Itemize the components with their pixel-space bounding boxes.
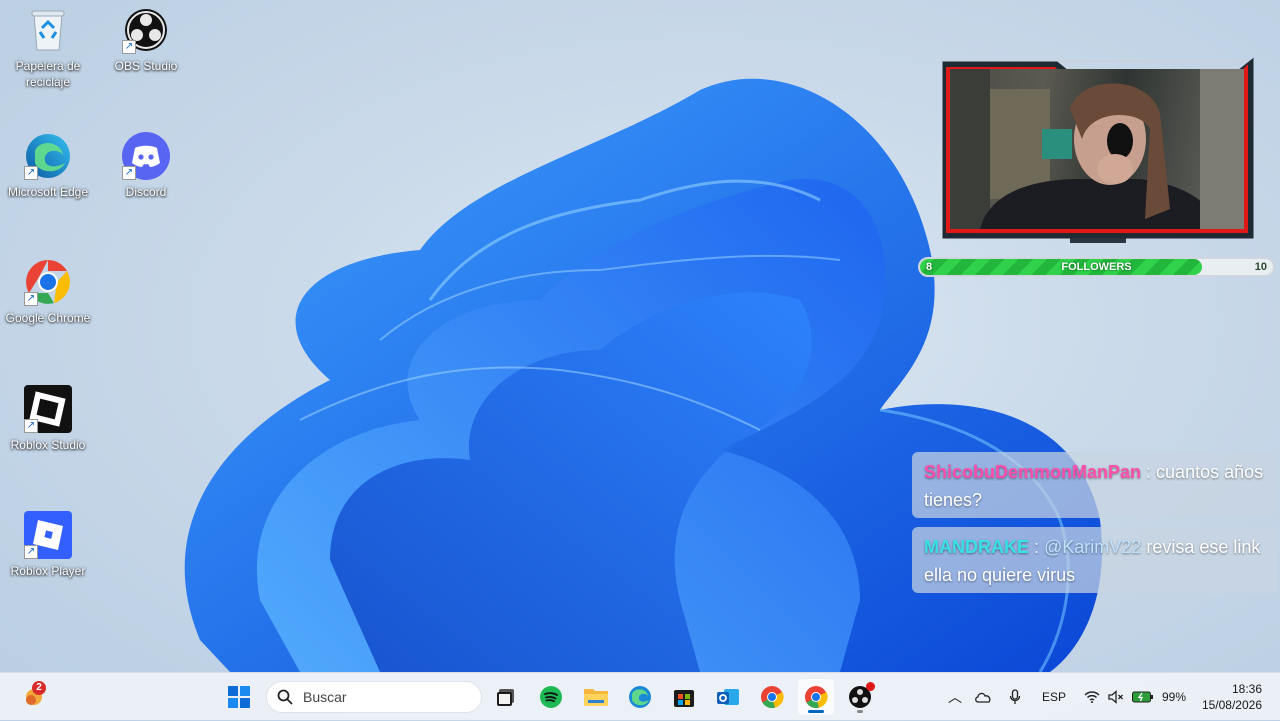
recording-indicator-icon (866, 682, 875, 691)
store-button[interactable] (666, 679, 702, 715)
search-icon (277, 689, 293, 705)
clock-time: 18:36 (1231, 682, 1262, 696)
start-icon (228, 686, 250, 708)
edge-icon (629, 686, 651, 708)
chrome-active-icon (805, 686, 828, 709)
input-language-button[interactable]: ESP (1030, 690, 1078, 704)
clock-button[interactable]: 18:36 15/08/2026 (1202, 681, 1262, 713)
microphone-icon (1009, 689, 1021, 704)
shortcut-arrow-icon: ↗ (24, 545, 38, 559)
chrome-active-window-button[interactable] (798, 679, 834, 715)
desktop-icon-label: OBS Studio (114, 59, 178, 73)
shortcut-arrow-icon: ↗ (122, 40, 136, 54)
spotify-button[interactable] (533, 679, 569, 715)
onedrive-button[interactable] (966, 691, 1000, 703)
desktop-icon-label: Roblox Studio (10, 438, 86, 452)
file-explorer-icon (584, 689, 608, 706)
shortcut-arrow-icon: ↗ (24, 292, 38, 306)
search-placeholder: Buscar (303, 689, 347, 705)
spotify-icon (540, 686, 562, 708)
taskbar: 2 Buscar ︿ ESP 99% 18:36 15/08/2026 (0, 672, 1280, 720)
webcam-overlay (940, 57, 1256, 243)
task-view-icon (497, 689, 514, 706)
chat-mention: @KarimV22 (1044, 537, 1142, 557)
followers-goal-bar: 8 FOLLOWERS 10 (918, 257, 1275, 277)
outlook-icon (717, 689, 739, 705)
chat-username: ShicobuDemmonManPan (924, 462, 1142, 482)
wifi-icon (1084, 691, 1100, 703)
edge-taskbar-button[interactable] (622, 679, 658, 715)
shortcut-arrow-icon: ↗ (24, 419, 38, 433)
search-box[interactable]: Buscar (266, 681, 482, 713)
volume-muted-icon (1108, 690, 1123, 704)
chat-separator: : (1141, 462, 1157, 482)
chrome-taskbar-button[interactable] (754, 679, 790, 715)
streamer-camera-feed (950, 69, 1244, 229)
active-indicator (808, 710, 824, 713)
shortcut-arrow-icon: ↗ (122, 166, 136, 180)
quick-settings-button[interactable]: 99% (1078, 690, 1192, 704)
chat-message: MANDRAKE : @KarimV22 revisa ese link ell… (912, 527, 1278, 593)
weather-widget-button[interactable]: 2 (16, 679, 52, 715)
obs-taskbar-button[interactable] (842, 679, 878, 715)
store-icon (674, 690, 694, 707)
chat-username: MANDRAKE (924, 537, 1029, 557)
desktop-icon-label: Discord (125, 185, 167, 199)
desktop-icon-google-chrome[interactable]: ↗ Google Chrome (3, 258, 93, 326)
desktop-icon-label: Microsoft Edge (7, 185, 89, 199)
desktop-icon-label: Papelera de reciclaje (15, 59, 81, 89)
followers-goal: 10 (1254, 261, 1267, 273)
desktop-icon-recycle-bin[interactable]: Papelera de reciclaje (3, 6, 93, 90)
clock-date: 15/08/2026 (1201, 698, 1262, 712)
running-indicator (857, 710, 863, 713)
outlook-button[interactable] (710, 679, 746, 715)
notification-badge: 2 (32, 681, 46, 695)
desktop-icon-roblox-player[interactable]: ↗ Roblox Player (3, 511, 93, 579)
desktop-icon-label: Roblox Player (10, 564, 86, 578)
desktop-icon-roblox-studio[interactable]: ↗ Roblox Studio (3, 385, 93, 453)
chat-message: ShicobuDemmonManPan : cuantos años tiene… (912, 452, 1278, 518)
show-hidden-icons-button[interactable]: ︿ (944, 687, 966, 707)
chat-separator: : (1029, 537, 1045, 557)
chevron-up-icon: ︿ (948, 689, 962, 705)
desktop-icon-obs-studio[interactable]: ↗ OBS Studio (101, 6, 191, 74)
battery-percentage: 99% (1162, 690, 1187, 704)
file-explorer-button[interactable] (578, 679, 614, 715)
recycle-bin-icon (31, 10, 65, 51)
chrome-icon (761, 686, 784, 709)
shortcut-arrow-icon: ↗ (24, 166, 38, 180)
desktop-icon-discord[interactable]: ↗ Discord (101, 132, 191, 200)
cloud-icon (975, 692, 991, 703)
task-view-button[interactable] (488, 679, 524, 715)
battery-charging-icon (1132, 691, 1153, 703)
desktop-icon-label: Google Chrome (5, 311, 91, 325)
desktop-icon-microsoft-edge[interactable]: ↗ Microsoft Edge (3, 132, 93, 200)
start-button[interactable] (221, 679, 257, 715)
webcam-video (950, 69, 1244, 229)
followers-label: FOLLOWERS (1061, 261, 1132, 273)
microphone-button[interactable] (1000, 689, 1030, 705)
